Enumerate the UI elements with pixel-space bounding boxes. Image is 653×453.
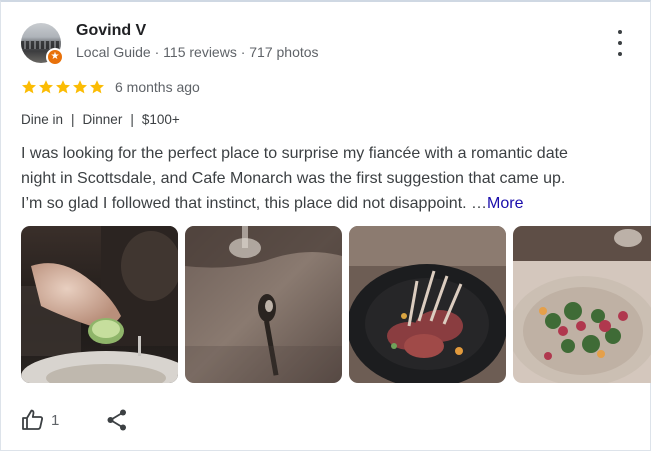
review-photo-3[interactable] [349,226,506,383]
tag-dine-in: Dine in [21,112,64,127]
tag-separator: | [71,112,75,127]
tag-separator: | [130,112,134,127]
review-date: 6 months ago [115,79,200,95]
review-text: I was looking for the perfect place to s… [21,141,631,216]
review-line: I was looking for the perfect place to s… [21,145,568,162]
star-icon [56,80,70,94]
like-button[interactable]: 1 [21,408,59,432]
more-link[interactable]: More [487,195,523,212]
review-line-last: I’m so glad I followed that instinct, th… [21,191,631,216]
review-actions: 1 [21,405,128,435]
dot [618,52,622,56]
star-icon [22,80,36,94]
tag-dinner: Dinner [82,112,123,127]
review-line: night in Scottsdale, and Cafe Monarch wa… [21,170,566,187]
star-icon [73,80,87,94]
rating-row: 6 months ago [21,77,200,97]
review-photo-2[interactable] [185,226,342,383]
review-photo-1[interactable] [21,226,178,383]
photo-strip [21,226,651,384]
local-guide-badge-icon: ★ [46,48,64,66]
star-icon [39,80,53,94]
tag-price: $100+ [141,112,180,127]
reviewer-name[interactable]: Govind V [76,22,146,40]
dot [618,41,622,45]
thumbs-up-icon [22,409,43,430]
visit-tags: Dine in | Dinner | $100+ [21,112,180,127]
dot [618,30,622,34]
like-count: 1 [51,411,60,429]
review-photo-4[interactable] [513,226,651,383]
review-line-text: I’m so glad I followed that instinct, th… [21,195,488,212]
share-button[interactable] [106,408,128,432]
star-icon [90,80,104,94]
star-rating [21,79,105,95]
share-icon [107,409,127,431]
more-options-icon[interactable] [611,30,629,56]
reviewer-meta[interactable]: Local Guide · 115 reviews · 717 photos [76,44,319,60]
